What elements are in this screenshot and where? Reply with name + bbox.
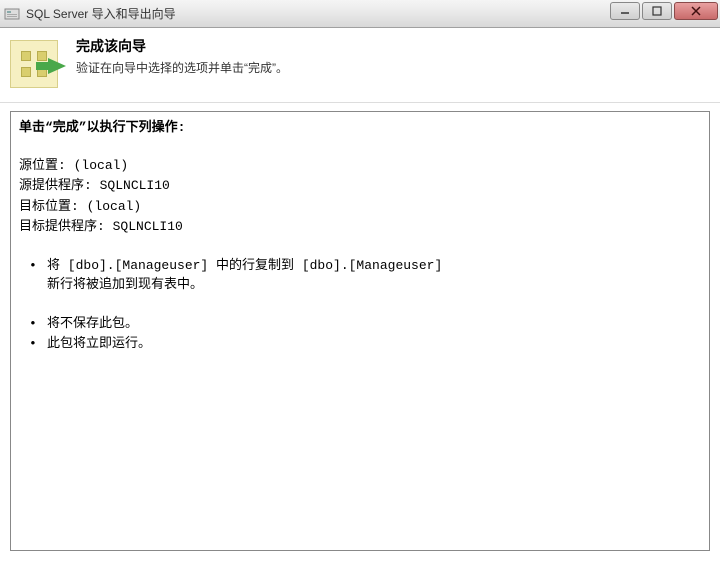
actions-list: 将 [dbo].[Manageuser] 中的行复制到 [dbo].[Manag… bbox=[19, 256, 701, 295]
summary-heading: 单击“完成”以执行下列操作: bbox=[19, 118, 701, 138]
source-location-line: 源位置: (local) bbox=[19, 156, 701, 176]
dest-location-value: (local) bbox=[87, 199, 142, 214]
dest-provider-label: 目标提供程序: bbox=[19, 219, 105, 234]
source-provider-value: SQLNCLI10 bbox=[100, 178, 170, 193]
maximize-button[interactable] bbox=[642, 2, 672, 20]
dest-provider-value: SQLNCLI10 bbox=[113, 219, 183, 234]
actions-list-2: 将不保存此包。 此包将立即运行。 bbox=[19, 314, 701, 354]
wizard-title: 完成该向导 bbox=[76, 36, 288, 56]
action-no-save: 将不保存此包。 bbox=[23, 314, 701, 334]
action-copy-rows: 将 [dbo].[Manageuser] 中的行复制到 [dbo].[Manag… bbox=[23, 256, 701, 295]
dest-location-line: 目标位置: (local) bbox=[19, 197, 701, 217]
window-controls bbox=[608, 2, 718, 20]
wizard-subtitle: 验证在向导中选择的选项并单击“完成”。 bbox=[76, 59, 288, 76]
close-button[interactable] bbox=[674, 2, 718, 20]
app-icon bbox=[4, 6, 20, 22]
wizard-header: 完成该向导 验证在向导中选择的选项并单击“完成”。 bbox=[0, 28, 720, 103]
titlebar: SQL Server 导入和导出向导 bbox=[0, 0, 720, 28]
summary-panel: 单击“完成”以执行下列操作: 源位置: (local) 源提供程序: SQLNC… bbox=[10, 111, 710, 551]
action-run-now: 此包将立即运行。 bbox=[23, 334, 701, 354]
source-location-label: 源位置: bbox=[19, 158, 66, 173]
source-location-value: (local) bbox=[74, 158, 129, 173]
source-provider-label: 源提供程序: bbox=[19, 178, 92, 193]
dest-location-label: 目标位置: bbox=[19, 199, 79, 214]
content-area: 单击“完成”以执行下列操作: 源位置: (local) 源提供程序: SQLNC… bbox=[0, 103, 720, 561]
minimize-button[interactable] bbox=[610, 2, 640, 20]
wizard-export-icon bbox=[10, 36, 66, 92]
wizard-header-text: 完成该向导 验证在向导中选择的选项并单击“完成”。 bbox=[76, 36, 288, 76]
action-no-save-text: 将不保存此包。 bbox=[47, 316, 138, 331]
action-copy-subtext: 新行将被追加到现有表中。 bbox=[47, 275, 701, 295]
action-run-now-text: 此包将立即运行。 bbox=[47, 336, 151, 351]
dest-provider-line: 目标提供程序: SQLNCLI10 bbox=[19, 217, 701, 237]
source-provider-line: 源提供程序: SQLNCLI10 bbox=[19, 176, 701, 196]
action-copy-text: 将 [dbo].[Manageuser] 中的行复制到 [dbo].[Manag… bbox=[47, 258, 442, 273]
